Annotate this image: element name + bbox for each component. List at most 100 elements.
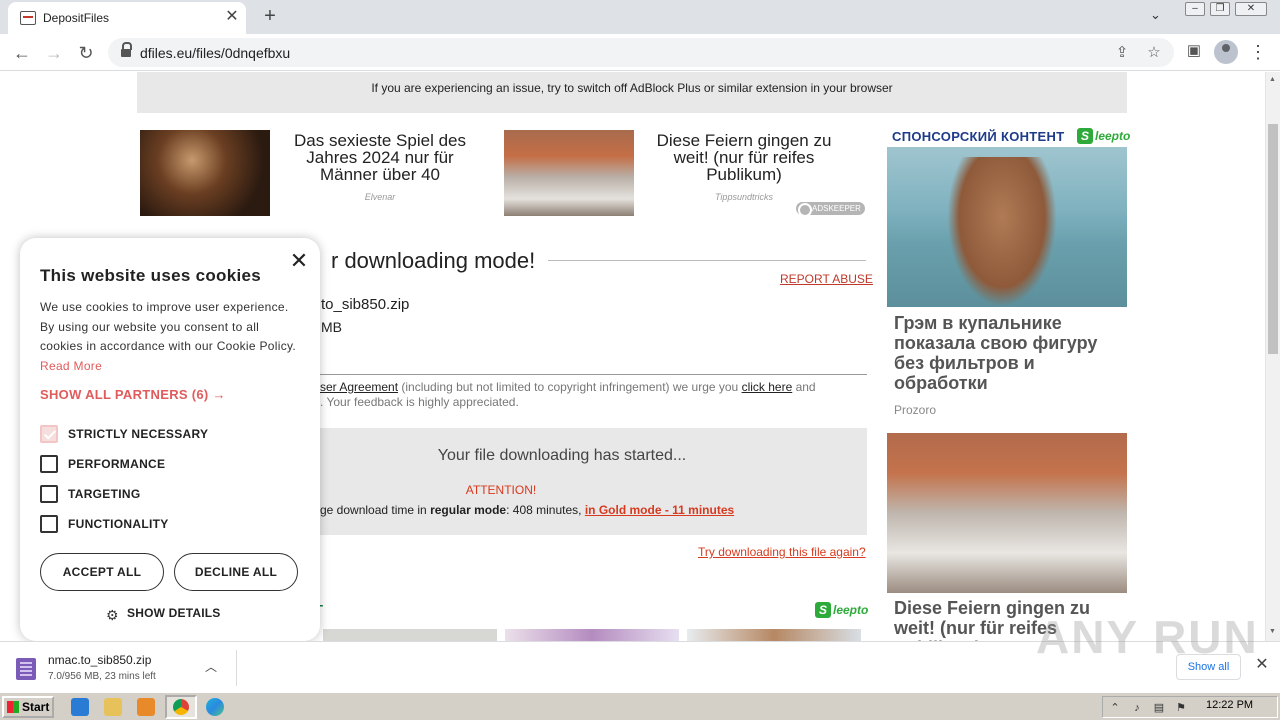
network-icon[interactable]: ▤ — [1153, 702, 1165, 714]
sleepto-logo[interactable]: leepto — [815, 602, 868, 618]
lock-icon[interactable] — [121, 42, 132, 58]
headline-divider — [548, 260, 866, 261]
minimize-window-button[interactable]: – — [1185, 2, 1205, 16]
cookie-body: We use cookies to improve user experienc… — [40, 300, 297, 354]
file-name: to_sib850.zip — [321, 296, 410, 313]
start-label[interactable]: Start — [22, 700, 49, 714]
profile-avatar-icon[interactable] — [1214, 40, 1238, 64]
chrome-taskbar-button[interactable] — [165, 695, 197, 719]
agreement-notice: ser Agreement (including but not limited… — [320, 380, 816, 394]
back-arrow-icon[interactable]: ← — [8, 39, 36, 67]
forward-arrow-icon[interactable]: → — [40, 39, 68, 67]
share-icon[interactable]: ⇪ — [1111, 42, 1133, 64]
try-again-link[interactable]: Try downloading this file again? — [698, 545, 866, 559]
ad-source-1: Elvenar — [364, 192, 396, 202]
close-icon[interactable]: ✕ — [288, 250, 310, 272]
browser-toolbar: ← → ↻ dfiles.eu/files/0dnqefbxu ⇪ ☆ ▣ ⋮ — [0, 34, 1280, 71]
download-shelf: ANY RUN nmac.to_sib850.zip 7.0/956 MB, 2… — [0, 611, 1280, 692]
regular-mode-label: regular mode — [430, 503, 507, 517]
ad-title-1[interactable]: Das sexieste Spiel des Jahres 2024 nur f… — [280, 132, 480, 183]
close-shelf-icon[interactable]: ✕ — [1252, 655, 1272, 675]
ie-icon[interactable] — [71, 698, 89, 716]
show-all-button[interactable]: Show all — [1176, 654, 1241, 680]
agreement-suffix: and — [792, 380, 816, 394]
tab-close-icon[interactable]: ✕ — [222, 7, 242, 27]
scroll-thumb[interactable] — [1268, 124, 1278, 354]
adskeeper-badge[interactable]: ADSKEEPER — [796, 202, 865, 217]
user-agreement-link[interactable]: ser Agreement — [320, 380, 398, 394]
cookie-consent-dialog: ✕ This website uses cookies We use cooki… — [20, 238, 320, 641]
sidebar-ad-title-1[interactable]: Грэм в купальнике показала свою фигуру б… — [894, 313, 1116, 393]
ad-title-2[interactable]: Diese Feiern gingen zu weit! (nur für re… — [644, 132, 844, 183]
report-abuse-link[interactable]: REPORT ABUSE — [780, 272, 873, 286]
performance-label[interactable]: PERFORMANCE — [68, 457, 165, 471]
url-text[interactable]: dfiles.eu/files/0dnqefbxu — [140, 45, 290, 61]
show-partners-link[interactable]: SHOW ALL PARTNERS (6) → — [40, 387, 226, 402]
side-panel-icon[interactable]: ▣ — [1183, 40, 1205, 62]
page-headline: r downloading mode! — [331, 248, 536, 273]
functionality-checkbox[interactable] — [40, 515, 58, 533]
sidebar-ad-source-1: Prozoro — [894, 403, 937, 417]
tab-strip: DepositFiles ✕ + ⌄ – ❐ ✕ — [0, 0, 1280, 34]
functionality-label[interactable]: FUNCTIONALITY — [68, 517, 169, 531]
volume-icon[interactable]: ♪ — [1131, 702, 1143, 714]
browser-tab[interactable]: DepositFiles ✕ — [8, 2, 246, 34]
sidebar-ad-image-1[interactable] — [887, 147, 1127, 307]
cookie-description: We use cookies to improve user experienc… — [40, 298, 302, 376]
scroll-down-icon[interactable]: ▼ — [1269, 628, 1276, 635]
click-here-link[interactable]: click here — [742, 380, 793, 394]
adblock-notice: If you are experiencing an issue, try to… — [137, 72, 1127, 113]
targeting-label[interactable]: TARGETING — [68, 487, 140, 501]
file-size: MB — [321, 319, 342, 335]
windows-logo-icon — [7, 701, 19, 713]
agreement-notice-line2: . Your feedback is highly appreciated. — [320, 395, 519, 409]
ad-image-1[interactable] — [140, 130, 270, 216]
edge-icon[interactable] — [206, 698, 224, 716]
windows-taskbar: Start ⌃ ♪ ▤ ⚑ 12:22 PM — [0, 692, 1280, 720]
folder-icon[interactable] — [104, 698, 122, 716]
partner-thumb-2[interactable] — [505, 629, 679, 641]
media-player-icon[interactable] — [137, 698, 155, 716]
gold-mode-link[interactable]: in Gold mode - 11 minutes — [585, 503, 734, 517]
strictly-necessary-label: STRICTLY NECESSARY — [68, 427, 209, 441]
menu-kebab-icon[interactable]: ⋮ — [1248, 40, 1268, 64]
decline-all-button[interactable]: DECLINE ALL — [174, 553, 298, 591]
archive-file-icon[interactable] — [16, 658, 36, 680]
performance-checkbox[interactable] — [40, 455, 58, 473]
bookmark-star-icon[interactable]: ☆ — [1143, 42, 1165, 64]
partner-thumb-3[interactable] — [687, 629, 861, 641]
ad-source-2: Tippsundtricks — [715, 192, 773, 202]
clock[interactable]: 12:22 PM — [1206, 699, 1253, 711]
sidebar-ad-image-2[interactable] — [887, 433, 1127, 593]
tab-search-chevron-icon[interactable]: ⌄ — [1150, 7, 1161, 23]
download-progress-status: 7.0/956 MB, 23 mins left — [48, 671, 156, 682]
page-scrollbar[interactable]: ▲ ▼ — [1265, 72, 1280, 641]
download-time-info: ge download time in regular mode: 408 mi… — [320, 503, 734, 517]
partner-thumb-1[interactable] — [323, 629, 497, 641]
site-favicon-icon — [20, 11, 36, 25]
new-tab-icon[interactable]: + — [259, 5, 281, 27]
ad-image-2[interactable] — [504, 130, 634, 216]
gear-icon[interactable]: ⚙ — [106, 608, 120, 622]
tray-arrow-icon[interactable]: ⌃ — [1109, 702, 1121, 714]
scroll-up-icon[interactable]: ▲ — [1269, 76, 1276, 83]
targeting-checkbox[interactable] — [40, 485, 58, 503]
show-details-link[interactable]: SHOW DETAILS — [127, 606, 221, 620]
close-window-button[interactable]: ✕ — [1235, 2, 1267, 16]
cookie-title: This website uses cookies — [40, 266, 262, 285]
address-bar[interactable]: dfiles.eu/files/0dnqefbxu ⇪ ☆ — [108, 38, 1174, 67]
chevron-up-icon[interactable]: ︿ — [205, 658, 217, 675]
chrome-icon — [173, 699, 189, 715]
start-button[interactable]: Start — [2, 696, 54, 718]
read-more-link[interactable]: Read More — [40, 359, 102, 373]
download-file-name[interactable]: nmac.to_sib850.zip — [48, 653, 151, 667]
download-status-box: Your file downloading has started... ATT… — [315, 428, 867, 535]
sponsored-label: СПОНСОРСКИЙ КОНТЕНТ — [892, 129, 1065, 144]
attention-label: ATTENTION! — [465, 483, 537, 497]
avg-time-value: : 408 minutes, — [506, 503, 585, 517]
sleepto-logo[interactable]: leepto — [1077, 128, 1130, 144]
reload-icon[interactable]: ↻ — [72, 39, 100, 67]
accept-all-button[interactable]: ACCEPT ALL — [40, 553, 164, 591]
restore-window-button[interactable]: ❐ — [1210, 2, 1230, 16]
security-flag-icon[interactable]: ⚑ — [1175, 702, 1187, 714]
